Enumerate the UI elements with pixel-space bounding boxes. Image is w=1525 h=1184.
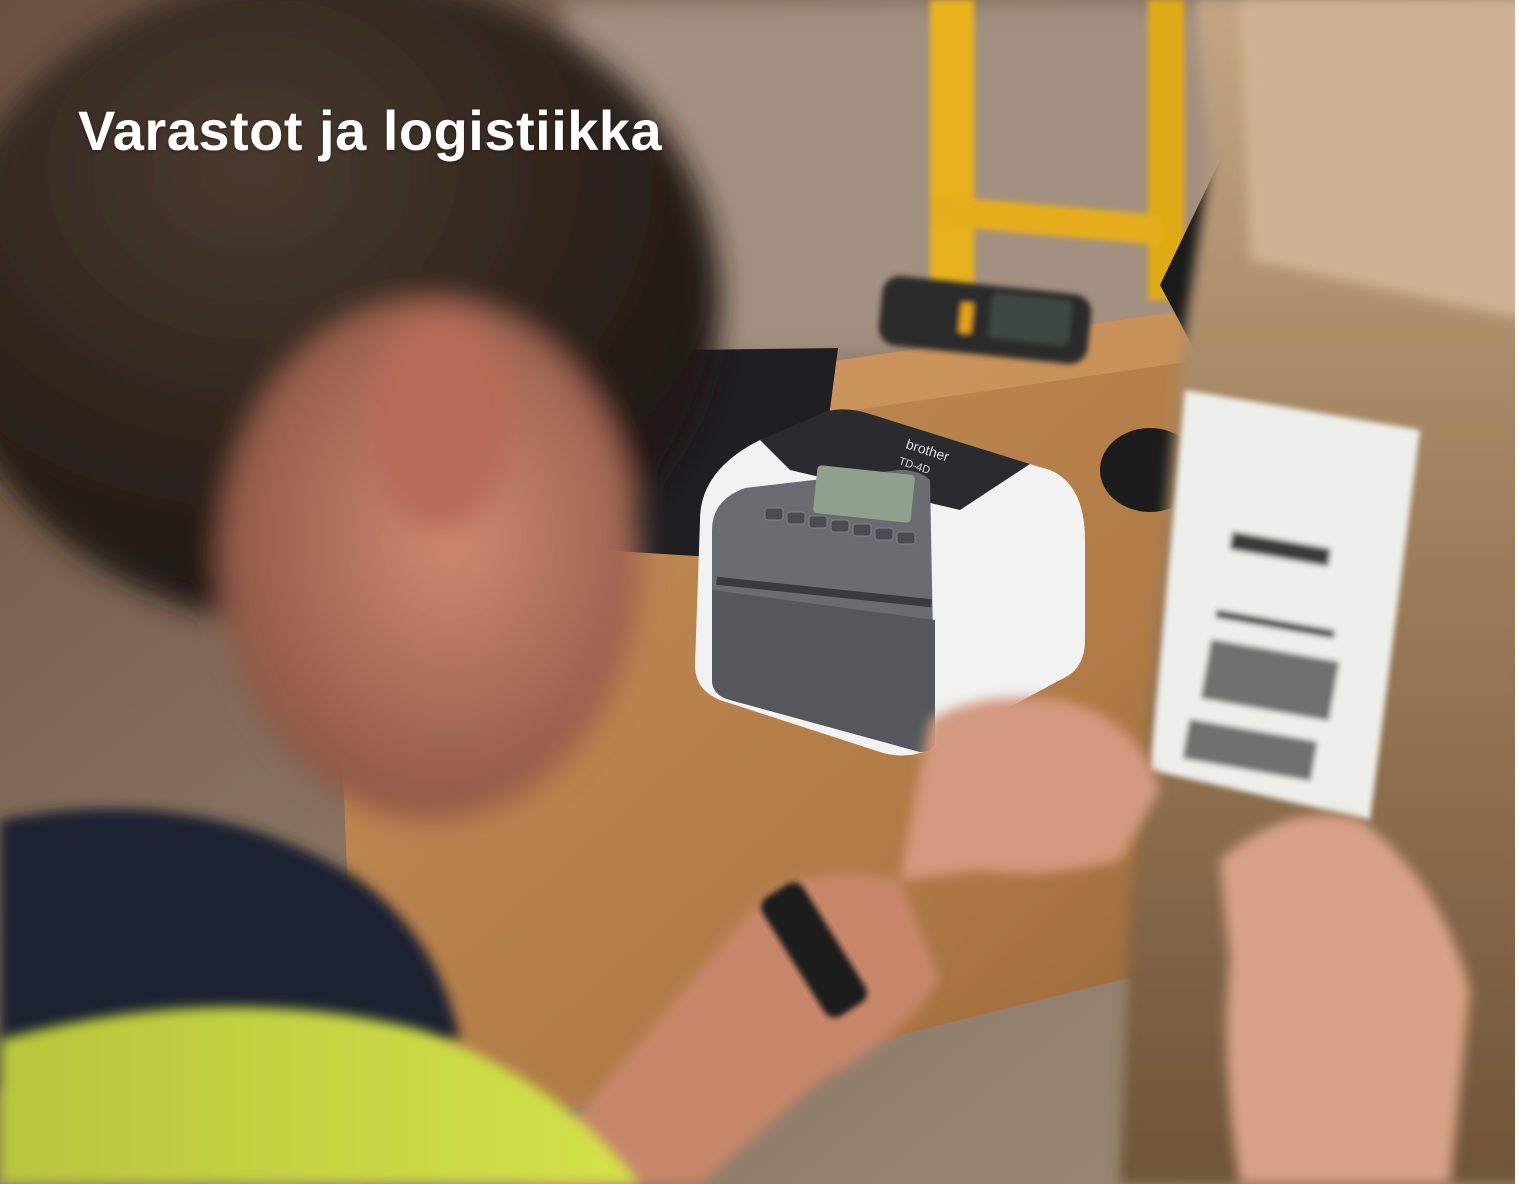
hero-title: Varastot ja logistiikka — [78, 99, 663, 162]
hero-photo: brother TD-4D — [0, 0, 1525, 1184]
right-margin — [1515, 0, 1525, 1184]
